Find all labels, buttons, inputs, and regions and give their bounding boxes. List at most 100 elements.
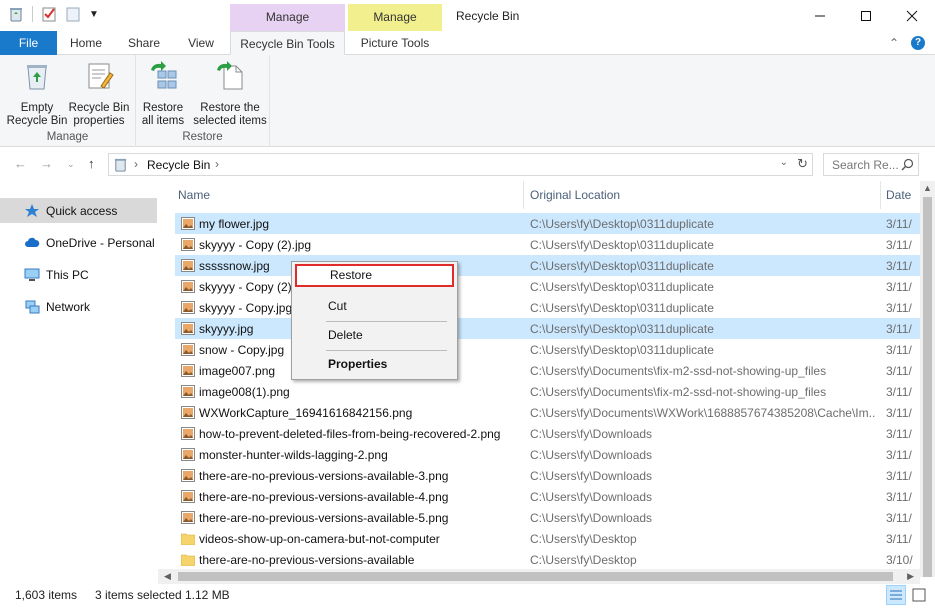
column-divider[interactable] [523,181,524,209]
context-menu-restore[interactable]: Restore [295,264,454,287]
recycle-bin-address-icon [114,158,127,172]
scroll-left-arrow-icon[interactable]: ◀ [164,571,171,582]
file-date-deleted: 3/11/ [886,406,912,420]
recycle-bin-properties-button[interactable]: Recycle Bin properties [68,60,130,128]
tab-home[interactable]: Home [62,31,110,55]
quick-access-toolbar: ▼ [8,6,99,22]
details-view-button[interactable] [886,585,906,605]
file-original-location: C:\Users\fy\Downloads [530,448,653,462]
file-date-deleted: 3/11/ [886,238,912,252]
file-original-location: C:\Users\fy\Documents\fix-m2-ssd-not-sho… [530,385,827,399]
empty-recycle-bin-label: Empty Recycle Bin [6,102,68,127]
table-row[interactable]: sssssnow.jpg C:\Users\fy\Desktop\0311dupl… [175,255,920,276]
breadcrumb-chevron-icon[interactable]: › [215,157,219,171]
nav-item-quick-access[interactable]: Quick access [0,198,157,223]
restore-all-items-button[interactable]: Restore all items [140,60,186,128]
image-file-icon [181,511,195,524]
image-file-icon [181,427,195,440]
refresh-icon[interactable]: ↻ [797,156,808,172]
horizontal-scroll-thumb[interactable] [178,572,893,581]
recycle-bin-small-icon[interactable] [8,6,24,22]
help-icon[interactable]: ? [911,36,925,50]
nav-item-label: OneDrive - Personal [46,235,155,250]
file-name: there-are-no-previous-versions-available [199,553,415,567]
file-name: videos-show-up-on-camera-but-not-compute… [199,532,440,546]
table-row[interactable]: there-are-no-previous-versions-available… [175,549,920,569]
table-row[interactable]: skyyyy - Copy (2).jpg C:\Users\fy\Desktop… [175,234,920,255]
table-row[interactable]: there-are-no-previous-versions-available… [175,465,920,486]
forward-arrow-icon[interactable]: → [40,156,53,171]
file-name: there-are-no-previous-versions-available… [199,511,449,525]
properties-check-icon[interactable] [41,6,57,22]
scroll-up-arrow-icon[interactable]: ▲ [923,183,932,193]
restore-selected-items-button[interactable]: Restore the selected items [192,60,268,128]
image-file-icon [181,490,195,503]
vertical-scrollbar[interactable]: ▲ [920,181,935,577]
ribbon-group-label-restore: Restore [182,131,223,143]
table-row[interactable]: skyyyy.jpg C:\Users\fy\Desktop\0311duplic… [175,318,920,339]
star-icon [25,204,39,217]
column-header-original-location[interactable]: Original Location [530,181,880,209]
tab-picture-tools[interactable]: Picture Tools [348,31,442,55]
breadcrumb-chevron-icon[interactable]: › [134,157,138,171]
context-menu-delete[interactable]: Delete [295,324,454,347]
file-name: skyyyy.jpg [199,322,254,336]
search-box[interactable]: Search Re... [823,153,919,176]
column-header-name[interactable]: Name [178,181,523,209]
vertical-scroll-thumb[interactable] [923,197,932,577]
table-row[interactable]: skyyyy - Copy (2) C:\Users\fy\Desktop\031… [175,276,920,297]
tab-view[interactable]: View [177,31,225,55]
tab-file[interactable]: File [0,31,57,55]
status-selected-size: 1.12 MB [185,588,230,602]
nav-item-onedrive[interactable]: OneDrive - Personal [0,230,157,255]
table-row[interactable]: my flower.jpg C:\Users\fy\Desktop\0311dup… [175,213,920,234]
new-folder-icon[interactable] [65,6,81,22]
maximize-button[interactable] [843,0,889,31]
table-row[interactable]: videos-show-up-on-camera-but-not-compute… [175,528,920,549]
minimize-button[interactable] [797,0,843,31]
customize-toolbar-chevron-icon[interactable]: ▼ [89,9,99,20]
navigation-pane: Quick access OneDrive - Personal This PC… [0,181,158,577]
back-arrow-icon[interactable]: ← [14,156,27,171]
recent-locations-chevron-icon[interactable]: ⌄ [67,159,75,170]
scroll-right-arrow-icon[interactable]: ▶ [907,571,914,582]
minimize-ribbon-chevron-icon[interactable]: ⌃ [889,36,899,50]
table-row[interactable]: there-are-no-previous-versions-available… [175,486,920,507]
restore-selected-icon [217,61,243,90]
tab-recycle-bin-tools[interactable]: Recycle Bin Tools [230,31,345,55]
ribbon-tabs: File Home Share View Recycle Bin Tools P… [0,31,935,55]
table-row[interactable]: WXWorkCapture_16941616842156.png C:\Users… [175,402,920,423]
table-row[interactable]: image007.png C:\Users\fy\Documents\fix-m2… [175,360,920,381]
context-menu-properties[interactable]: Properties [295,353,454,376]
empty-recycle-bin-button[interactable]: Empty Recycle Bin [5,60,69,128]
table-row[interactable]: image008(1).png C:\Users\fy\Documents\fix… [175,381,920,402]
restore-all-icon [151,61,177,89]
status-bar: 1,603 items 3 items selected 1.12 MB [0,584,935,609]
up-arrow-icon[interactable]: ↑ [88,156,95,171]
close-button[interactable] [889,0,935,31]
properties-icon [88,63,114,89]
horizontal-scrollbar[interactable]: ◀ ▶ [158,569,920,584]
address-bar[interactable]: › Recycle Bin › ⌄ ↻ [108,153,813,176]
table-row[interactable]: snow - Copy.jpg C:\Users\fy\Desktop\0311d… [175,339,920,360]
file-original-location: C:\Users\fy\Documents\WXWork\16888576743… [530,406,875,420]
large-icons-view-button[interactable] [909,585,929,605]
context-menu: Restore Cut Delete Properties [291,261,458,380]
nav-item-this-pc[interactable]: This PC [0,262,157,287]
column-header-date[interactable]: Date [886,181,920,209]
ribbon-group-manage: Empty Recycle Bin Recycle Bin properties… [0,55,136,147]
address-dropdown-icon[interactable]: ⌄ [780,157,788,168]
image-file-icon [181,322,195,335]
table-row[interactable]: there-are-no-previous-versions-available… [175,507,920,528]
table-row[interactable]: how-to-prevent-deleted-files-from-being-… [175,423,920,444]
search-input[interactable]: Search Re... [832,158,898,172]
column-divider[interactable] [880,181,881,209]
nav-item-network[interactable]: Network [0,294,157,319]
table-row[interactable]: monster-hunter-wilds-lagging-2.png C:\Use… [175,444,920,465]
tab-share[interactable]: Share [120,31,168,55]
file-date-deleted: 3/11/ [886,490,912,504]
context-menu-cut[interactable]: Cut [295,295,454,318]
title-bar: ▼ Manage Manage Recycle Bin [0,0,935,31]
table-row[interactable]: skyyyy - Copy.jpg C:\Users\fy\Desktop\031… [175,297,920,318]
breadcrumb-recycle-bin[interactable]: Recycle Bin [147,158,210,172]
